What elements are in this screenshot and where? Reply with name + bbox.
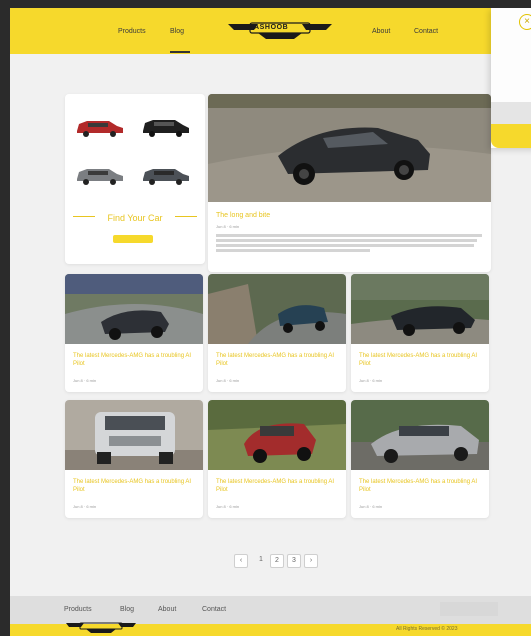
featured-post-meta: Jun 8 · 6 min — [216, 224, 240, 229]
pagination-prev-button[interactable]: ‹ — [234, 554, 248, 568]
post-card[interactable]: The latest Mercedes-AMG has a troubling … — [65, 400, 203, 518]
grey-suv-image — [77, 169, 123, 185]
find-car-button[interactable] — [113, 235, 153, 243]
post-card[interactable]: The latest Mercedes-AMG has a troubling … — [351, 400, 489, 518]
featured-post-card[interactable]: The long and bite Jun 8 · 6 min — [208, 94, 491, 272]
page: Products Blog ASHOOB About Contact Find … — [10, 8, 531, 636]
footer-nav-products[interactable]: Products — [64, 606, 92, 613]
drawer-divider — [491, 102, 531, 124]
dark-grey-suv-image — [143, 169, 189, 185]
pagination-page-3[interactable]: 3 — [287, 554, 301, 568]
divider-right — [175, 216, 197, 217]
footer-decoration — [440, 602, 498, 616]
find-car-title: Find Your Car — [107, 213, 163, 223]
nav-products[interactable]: Products — [118, 28, 146, 35]
post-meta: Jun 8 · 6 min — [359, 504, 383, 509]
nav-contact[interactable]: Contact — [414, 28, 438, 35]
red-suv-image — [77, 121, 123, 137]
pagination-page-1[interactable]: 1 — [254, 554, 268, 568]
post-image-silver-sedan — [351, 400, 489, 470]
pagination-next-button[interactable]: › — [304, 554, 318, 568]
post-card[interactable]: The latest Mercedes-AMG has a troubling … — [351, 274, 489, 392]
pagination-page-2[interactable]: 2 — [270, 554, 284, 568]
post-card[interactable]: The latest Mercedes-AMG has a troubling … — [208, 400, 346, 518]
post-title[interactable]: The latest Mercedes-AMG has a troubling … — [359, 478, 481, 494]
footer-nav-blog[interactable]: Blog — [120, 606, 134, 613]
post-image-black-sedan — [351, 274, 489, 344]
site-logo[interactable]: ASHOOB — [228, 22, 332, 40]
featured-car-image — [208, 94, 491, 202]
close-icon[interactable]: × — [519, 14, 531, 30]
side-drawer: × — [491, 8, 531, 148]
post-title[interactable]: The latest Mercedes-AMG has a troubling … — [359, 352, 481, 368]
black-suv-image — [143, 120, 189, 137]
footer-logo[interactable] — [66, 622, 136, 634]
featured-post-excerpt — [216, 232, 482, 254]
post-meta: Jun 8 · 6 min — [73, 378, 97, 383]
nav-blog[interactable]: Blog — [170, 28, 184, 35]
post-meta: Jun 8 · 6 min — [73, 504, 97, 509]
post-card[interactable]: The latest Mercedes-AMG has a troubling … — [208, 274, 346, 392]
post-title[interactable]: The latest Mercedes-AMG has a troubling … — [216, 478, 338, 494]
post-image-red-suv-offroad — [208, 400, 346, 470]
post-card[interactable]: The latest Mercedes-AMG has a troubling … — [65, 274, 203, 392]
find-car-card: Find Your Car — [65, 94, 205, 264]
footer-nav-contact[interactable]: Contact — [202, 606, 226, 613]
site-header: Products Blog ASHOOB About Contact — [10, 8, 531, 54]
post-image-land-cruiser — [65, 400, 203, 470]
post-meta: Jun 8 · 6 min — [359, 378, 383, 383]
post-meta: Jun 8 · 6 min — [216, 504, 240, 509]
post-meta: Jun 8 · 6 min — [216, 378, 240, 383]
post-title[interactable]: The latest Mercedes-AMG has a troubling … — [73, 352, 195, 368]
active-nav-indicator — [170, 51, 190, 53]
featured-post-title[interactable]: The long and bite — [216, 212, 270, 220]
drawer-accent — [491, 124, 531, 148]
post-title[interactable]: The latest Mercedes-AMG has a troubling … — [73, 478, 195, 494]
nav-about[interactable]: About — [372, 28, 390, 35]
post-image-sedan-road — [208, 274, 346, 344]
post-image-tesla-track — [65, 274, 203, 344]
logo-text: ASHOOB — [254, 24, 289, 31]
post-title[interactable]: The latest Mercedes-AMG has a troubling … — [216, 352, 338, 368]
copyright-text: All Rights Reserved © 2023 — [396, 626, 458, 632]
footer-nav-about[interactable]: About — [158, 606, 176, 613]
